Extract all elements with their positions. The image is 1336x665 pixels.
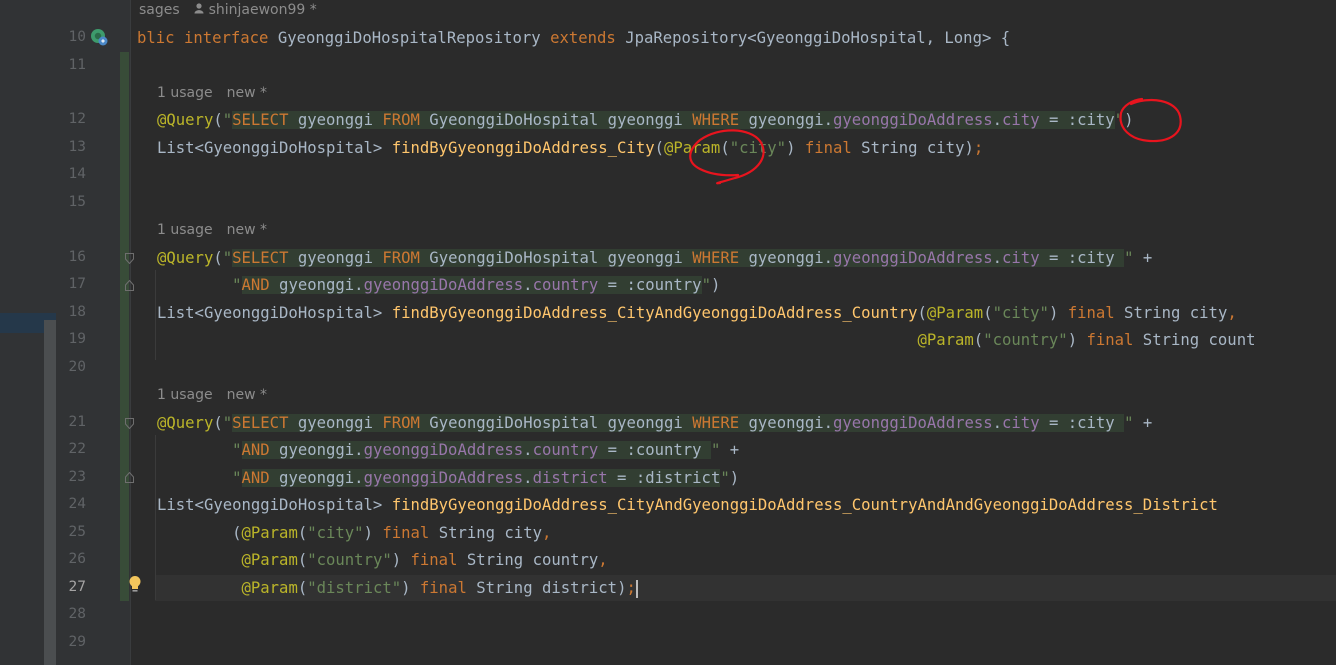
annotation-layer bbox=[689, 97, 1182, 185]
annotation-circle-param bbox=[689, 129, 765, 185]
annotation-circle-city bbox=[1119, 97, 1182, 143]
